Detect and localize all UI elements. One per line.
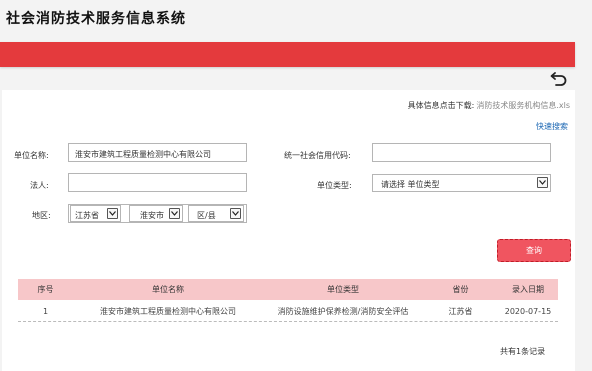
cell-index: 1 bbox=[42, 307, 49, 316]
chevron-down-icon bbox=[169, 208, 180, 219]
cell-unit-name[interactable]: 淮安市建筑工程质量检测中心有限公司 bbox=[73, 301, 263, 322]
header-unit-type: 单位类型 bbox=[327, 285, 359, 294]
download-prefix: 具体信息点击下载: bbox=[407, 101, 475, 110]
cell-entry-date: 2020-07-15 bbox=[504, 307, 552, 316]
return-arrow-icon bbox=[550, 72, 567, 86]
unit-type-select[interactable]: 请选择 单位类型 bbox=[372, 174, 551, 192]
header-band bbox=[0, 42, 575, 67]
unit-type-value: 请选择 单位类型 bbox=[381, 180, 440, 189]
record-count: 共有1条记录 bbox=[500, 347, 546, 356]
cell-unit-type: 消防设施维护保养检测/消防安全评估 bbox=[277, 307, 409, 316]
header-unit-name: 单位名称 bbox=[152, 285, 184, 294]
query-button[interactable]: 查询 bbox=[497, 239, 571, 262]
header-index: 序号 bbox=[37, 285, 54, 294]
province-select[interactable]: 江苏省 bbox=[70, 205, 121, 222]
district-value: 区/县 bbox=[197, 211, 216, 220]
city-select[interactable]: 淮安市 bbox=[129, 205, 183, 222]
unit-name-label: 单位名称: bbox=[14, 151, 49, 160]
legal-person-input[interactable] bbox=[68, 173, 247, 192]
region-label: 地区: bbox=[32, 211, 51, 220]
download-row: 具体信息点击下载: 消防技术服务机构信息.xls bbox=[408, 100, 570, 111]
main-panel bbox=[2, 90, 575, 371]
header-province: 省份 bbox=[452, 285, 469, 294]
table-header: 序号 单位名称 单位类型 省份 录入日期 bbox=[18, 279, 558, 300]
credit-code-input[interactable] bbox=[372, 143, 551, 162]
district-select[interactable]: 区/县 bbox=[188, 205, 244, 222]
unit-type-label: 单位类型: bbox=[317, 181, 352, 190]
city-value: 淮安市 bbox=[140, 211, 164, 220]
unit-name-input[interactable]: 淮安市建筑工程质量检测中心有限公司 bbox=[68, 143, 247, 162]
chevron-down-icon bbox=[230, 208, 241, 219]
cell-province: 江苏省 bbox=[448, 307, 473, 316]
quick-search-link[interactable]: 快速搜索 bbox=[536, 121, 568, 132]
legal-person-label: 法人: bbox=[30, 181, 49, 190]
province-value: 江苏省 bbox=[75, 211, 99, 220]
chevron-down-icon bbox=[537, 177, 548, 188]
back-button[interactable] bbox=[550, 70, 568, 86]
chevron-down-icon bbox=[107, 208, 118, 219]
credit-code-label: 统一社会信用代码: bbox=[284, 151, 351, 160]
header-entry-date: 录入日期 bbox=[512, 285, 544, 294]
table-row[interactable]: 1 淮安市建筑工程质量检测中心有限公司 消防设施维护保养检测/消防安全评估 江苏… bbox=[18, 301, 558, 322]
app-title: 社会消防技术服务信息系统 bbox=[6, 11, 186, 27]
download-link[interactable]: 消防技术服务机构信息.xls bbox=[476, 101, 570, 110]
